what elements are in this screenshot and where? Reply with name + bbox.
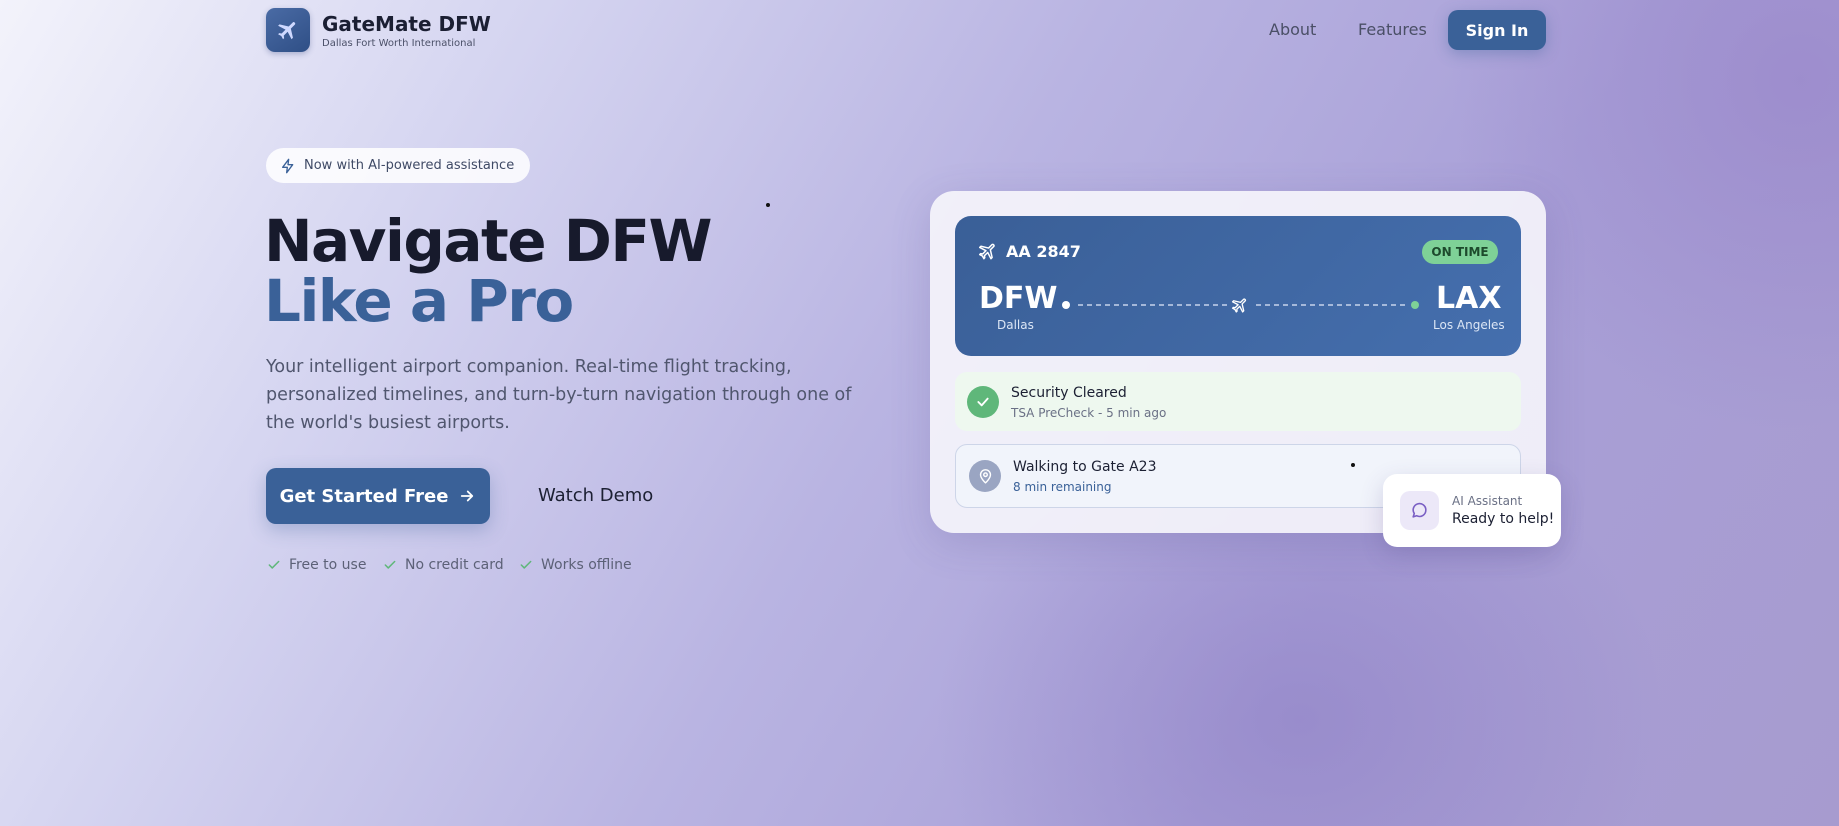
- security-status-row[interactable]: [955, 372, 1521, 431]
- walking-subtitle: 8 min remaining: [1013, 480, 1112, 494]
- get-started-button[interactable]: Get Started Free: [266, 468, 490, 524]
- ai-assistant-label: AI Assistant: [1452, 494, 1523, 508]
- origin-code: DFW: [979, 281, 1058, 316]
- lightning-icon: [282, 158, 294, 173]
- brand-logo[interactable]: [266, 8, 310, 52]
- perk-label: Free to use: [289, 557, 367, 573]
- ai-badge-label: Now with AI-powered assistance: [304, 158, 515, 173]
- security-title: Security Cleared: [1011, 385, 1127, 401]
- airplane-icon: [278, 22, 296, 40]
- check-icon: [384, 560, 396, 569]
- airplane-icon: [979, 243, 995, 260]
- brand-subtitle: Dallas Fort Worth International: [322, 38, 476, 49]
- ai-badge: Now with AI-powered assistance: [266, 148, 531, 183]
- hero-title-line1: Navigate DFW: [264, 207, 713, 275]
- perk-item: Free to use: [267, 557, 366, 573]
- nav-features-link[interactable]: Features: [1358, 20, 1427, 39]
- chat-bubble-icon: [1412, 502, 1427, 518]
- decor-dot: [766, 203, 770, 207]
- watch-demo-button[interactable]: Watch Demo: [538, 485, 653, 506]
- perk-label: No credit card: [405, 557, 504, 573]
- check-icon: [977, 397, 989, 407]
- origin-city: Dallas: [997, 318, 1034, 332]
- check-icon: [520, 560, 532, 569]
- map-pin-icon: [969, 460, 1001, 492]
- check-circle-icon: [967, 386, 999, 418]
- check-icon: [268, 560, 280, 569]
- arrow-right-icon: [461, 490, 474, 502]
- hero-description: Your intelligent airport companion. Real…: [266, 357, 852, 433]
- nav-about-link[interactable]: About: [1269, 20, 1316, 39]
- decor-dot: [1351, 463, 1355, 467]
- airplane-icon: [1231, 298, 1247, 313]
- flight-number: AA 2847: [1006, 242, 1081, 261]
- perk-item: No credit card: [383, 557, 504, 573]
- get-started-label: Get Started Free: [279, 485, 449, 507]
- security-subtitle: TSA PreCheck - 5 min ago: [1011, 406, 1167, 420]
- map-pin-icon: [979, 468, 991, 484]
- perk-label: Works offline: [541, 557, 632, 573]
- ai-assistant-message: Ready to help!: [1452, 511, 1555, 527]
- sign-in-button[interactable]: Sign In: [1448, 10, 1546, 50]
- destination-code: LAX: [1436, 281, 1502, 316]
- walking-title: Walking to Gate A23: [1013, 459, 1157, 475]
- brand-name: GateMate DFW: [322, 12, 491, 36]
- destination-city: Los Angeles: [1433, 318, 1505, 332]
- hero-title-line2: Like a Pro: [264, 267, 574, 335]
- perk-item: Works offline: [519, 557, 632, 573]
- chat-bubble-icon: [1400, 491, 1439, 530]
- status-badge: ON TIME: [1422, 240, 1498, 264]
